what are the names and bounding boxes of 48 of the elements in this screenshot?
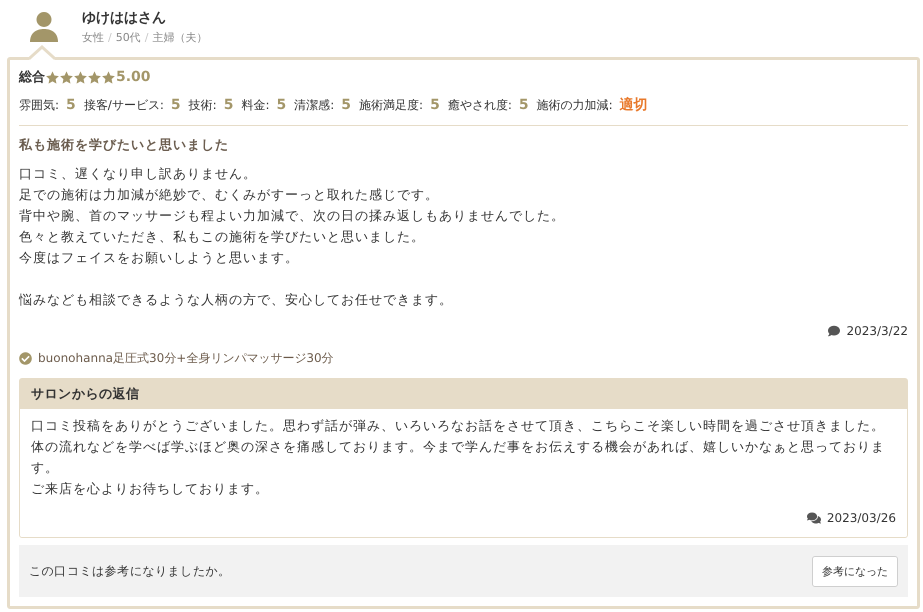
reply-line: 口コミ投稿をありがとうございました。思わず話が弾み、いろいろなお話をさせて頂き、こちらこそ楽しい時間を過ごさせ頂きました。 [31,418,886,436]
rating-label: 接客/サービス: [84,97,164,114]
helpful-button[interactable]: 参考になった [812,556,898,586]
rating-value: 5 [276,97,286,113]
rating-value: 5 [170,97,181,113]
menu-name: buonohanna足圧式30分+全身リンパマッサージ30分 [38,350,334,367]
chat-bubbles-icon [806,511,821,525]
reply-line: 体の流れなどを学べば学ぶほど奥の深さを痛感しております。今まで学んだ事をお伝えする機会があれば、嬉しいかなぁと思っております。 [31,439,886,478]
star-icon [74,70,87,84]
rating-value: 5 [518,97,529,113]
review-line: 足での施術は力加減が絶妙で、むくみがすーっと取れた感じです。 [19,187,440,205]
separator-slash: / [108,31,112,45]
rating-label: 施術の力加減: [536,97,613,114]
rating-value: 5 [224,97,234,113]
star-icon [102,70,115,84]
review-line: 色々と教えていただき、私もこの施術を学びたいと思いました。 [19,229,426,247]
comment-icon [828,325,840,337]
rating-label: 癒やされ度: [448,97,512,114]
rating-value: 5 [66,97,76,113]
person-avatar-icon [30,12,58,42]
helpful-question: この口コミは参考になりましたか。 [29,562,231,580]
reply-heading: サロンからの返信 [20,379,907,409]
rating-label: 料金: [241,97,270,114]
rating-label: 施術満足度: [359,97,424,114]
review-line: 背中や腕、首のマッサージも程よい力加減で、次の日の揉み返しもありませんでした。 [19,208,566,226]
separator-slash: / [144,31,148,45]
review-line: 口コミ、遅くなり申し訳ありません。 [19,166,258,184]
rating-value: 5 [430,97,440,113]
rating-value: 適切 [620,96,648,114]
overall-label: 総合 [19,69,45,86]
rating-label: 雰囲気: [19,97,60,114]
rating-label: 清潔感: [294,97,334,114]
rating-label: 技術: [188,97,217,114]
overall-score: 5.00 [116,69,151,85]
reply-date: 2023/03/26 [826,511,896,525]
star-icon [60,70,73,84]
reviewer-detail: 50代 [116,31,141,45]
star-icon [46,70,59,84]
rating-value: 5 [341,97,352,113]
reviewer-detail: 女性 [82,31,104,45]
star-icon [88,70,101,84]
reply-line: ご来店を心よりお待ちしております。 [31,481,270,499]
reviewer-detail: 主婦（夫） [152,31,208,45]
review-line: 悩みなども相談できるような人柄の方で、安心してお任せできます。 [19,292,454,310]
review-date: 2023/3/22 [846,324,908,338]
reviewer-name: ゆけははさん [82,9,167,27]
review-line: 今度はフェイスをお願いしようと思います。 [19,250,300,268]
review-title: 私も施術を学びたいと思いました [19,137,230,155]
